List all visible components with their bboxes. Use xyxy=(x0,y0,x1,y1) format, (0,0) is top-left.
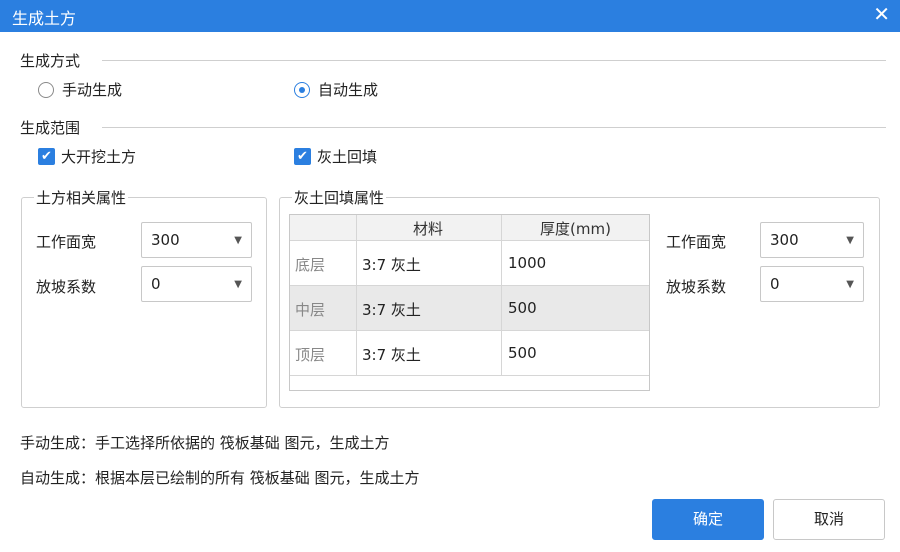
table-row[interactable]: 中层 3:7 灰土 500 xyxy=(290,286,649,331)
row-thickness[interactable]: 1000 xyxy=(508,254,546,272)
earth-work-width-value: 300 xyxy=(151,231,180,249)
checkbox-backfill[interactable]: ✔ 灰土回填 xyxy=(294,146,377,167)
row-thickness[interactable]: 500 xyxy=(508,299,537,317)
row-material[interactable]: 3:7 灰土 xyxy=(362,344,421,365)
radio-auto-indicator[interactable] xyxy=(294,81,310,98)
radio-auto[interactable]: 自动生成 xyxy=(294,79,378,100)
backfill-work-width-label: 工作面宽 xyxy=(666,233,727,251)
chevron-down-icon: ▼ xyxy=(846,235,854,246)
range-section-label: 生成范围 xyxy=(20,119,81,137)
note-manual: 手动生成：手工选择所依据的 筏板基础 图元，生成土方 xyxy=(20,434,390,452)
checkbox-excavation[interactable]: ✔ 大开挖土方 xyxy=(38,146,136,167)
backfill-slope-select[interactable]: 0 ▼ xyxy=(760,266,864,302)
close-icon[interactable]: ✕ xyxy=(873,2,890,26)
backfill-work-width-select[interactable]: 300 ▼ xyxy=(760,222,864,258)
chevron-down-icon: ▼ xyxy=(234,235,242,246)
cancel-button[interactable]: 取消 xyxy=(773,499,885,540)
row-material[interactable]: 3:7 灰土 xyxy=(362,254,421,275)
check-icon[interactable]: ✔ xyxy=(38,148,55,165)
earth-slope-select[interactable]: 0 ▼ xyxy=(141,266,252,302)
table-row[interactable]: 底层 3:7 灰土 1000 xyxy=(290,241,649,286)
column-divider xyxy=(356,215,357,376)
radio-manual[interactable]: 手动生成 xyxy=(38,79,122,100)
range-divider xyxy=(102,127,886,128)
radio-manual-label: 手动生成 xyxy=(62,81,123,99)
checkbox-excavation-label: 大开挖土方 xyxy=(61,148,137,166)
earth-slope-label: 放坡系数 xyxy=(36,278,97,296)
row-layer: 底层 xyxy=(295,256,326,274)
chevron-down-icon: ▼ xyxy=(846,279,854,290)
radio-manual-indicator[interactable] xyxy=(38,81,54,98)
ok-button[interactable]: 确定 xyxy=(652,499,764,540)
checkbox-backfill-label: 灰土回填 xyxy=(317,148,378,166)
chevron-down-icon: ▼ xyxy=(234,279,242,290)
note-auto: 自动生成：根据本层已绘制的所有 筏板基础 图元，生成土方 xyxy=(20,469,420,487)
table-row[interactable]: 顶层 3:7 灰土 500 xyxy=(290,331,649,376)
earth-work-width-label: 工作面宽 xyxy=(36,233,97,251)
check-icon[interactable]: ✔ xyxy=(294,148,311,165)
table-header: 材料 厚度(mm) xyxy=(290,215,649,241)
radio-auto-label: 自动生成 xyxy=(318,81,379,99)
earth-props-title: 土方相关属性 xyxy=(34,187,129,208)
window-title: 生成土方 xyxy=(12,9,77,28)
row-material[interactable]: 3:7 灰土 xyxy=(362,299,421,320)
row-layer: 中层 xyxy=(295,301,326,319)
title-bar: 生成土方 ✕ xyxy=(0,0,900,32)
row-thickness[interactable]: 500 xyxy=(508,344,537,362)
backfill-slope-label: 放坡系数 xyxy=(666,278,727,296)
backfill-slope-value: 0 xyxy=(770,275,780,293)
column-header-material: 材料 xyxy=(412,220,443,238)
backfill-layer-table: 材料 厚度(mm) 底层 3:7 灰土 1000 中层 3:7 灰土 500 顶… xyxy=(289,214,650,391)
mode-section-label: 生成方式 xyxy=(20,52,81,70)
backfill-props-title: 灰土回填属性 xyxy=(292,187,387,208)
backfill-work-width-value: 300 xyxy=(770,231,799,249)
column-header-thickness: 厚度(mm) xyxy=(540,220,611,238)
earth-slope-value: 0 xyxy=(151,275,161,293)
row-layer: 顶层 xyxy=(295,346,326,364)
mode-divider xyxy=(102,60,886,61)
earth-work-width-select[interactable]: 300 ▼ xyxy=(141,222,252,258)
column-divider xyxy=(501,215,502,376)
